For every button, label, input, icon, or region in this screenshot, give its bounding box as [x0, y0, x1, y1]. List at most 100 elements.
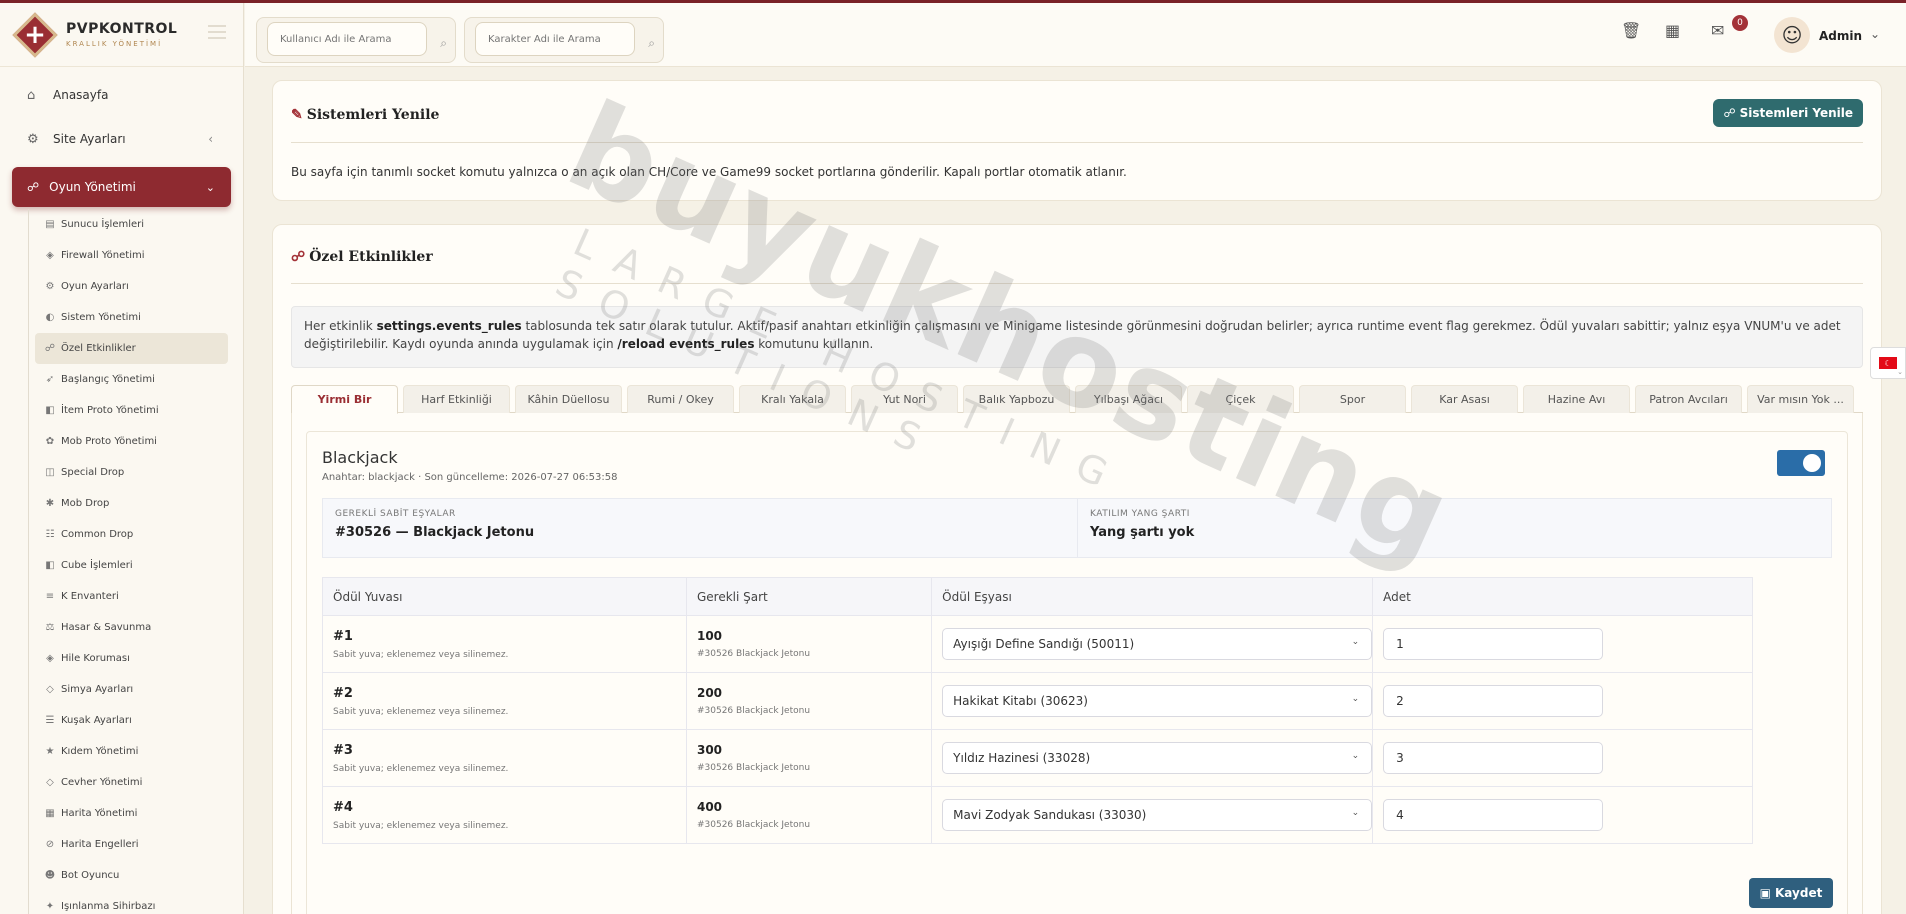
chevron-down-icon[interactable]: ⌄ [1870, 27, 1880, 41]
avatar[interactable]: ☺ [1774, 17, 1810, 53]
search-icon[interactable]: ⌕ [440, 36, 447, 51]
sidebar-subitem-special-drop[interactable]: ◫ Special Drop [29, 457, 228, 488]
cube-icon: ◧ [45, 560, 55, 571]
reward-item-select[interactable]: Yıldız Hazinesi (33028) ⌄ [942, 742, 1373, 774]
sidebar-subitem-ozel-etkinlikler[interactable]: ☍ Özel Etkinlikler [35, 333, 228, 364]
sidebar-subitem-hile[interactable]: ◈ Hile Koruması [29, 643, 228, 674]
sidebar-subitem-mob-proto[interactable]: ✿ Mob Proto Yönetimi [29, 426, 228, 457]
search-icon[interactable]: ⌕ [648, 36, 655, 51]
sidebar-item-oyun-yonetimi[interactable]: ☍ Oyun Yönetimi ⌄ [12, 167, 231, 207]
sidebar-subitem-cube[interactable]: ◧ Cube İşlemleri [29, 550, 228, 581]
event-meta: Anahtar: blackjack · Son güncelleme: 202… [322, 472, 618, 483]
sliders-icon: ☰ [45, 715, 55, 726]
sidebar-toggle-icon[interactable] [208, 25, 226, 39]
character-search-input[interactable] [475, 22, 635, 56]
tab-var-misin-yok[interactable]: Var mısın Yok ... [1747, 385, 1854, 413]
language-selector[interactable]: ☾ ⌄ [1870, 347, 1906, 379]
tab-yut-nori[interactable]: Yut Nori [851, 385, 958, 413]
required-item-note: #30526 Blackjack Jetonu [696, 820, 811, 830]
event-enabled-toggle[interactable] [1777, 450, 1825, 476]
brand-subtitle: KRALLIK YÖNETİMİ [66, 40, 163, 48]
sidebar-subitem-simya[interactable]: ◇ Simya Ayarları [29, 674, 228, 705]
sidebar-subitem-isinlanma[interactable]: ✦ Işınlanma Sihirbazı [29, 891, 228, 914]
sidebar-item-site-ayarlari[interactable]: ⚙ Site Ayarları ‹ [0, 117, 243, 161]
wand-icon: ✦ [45, 901, 55, 912]
sidebar-item-anasayfa[interactable]: ⌂ Anasayfa [0, 73, 243, 117]
yang-requirement-label: KATILIM YANG ŞARTI [1090, 509, 1190, 519]
user-name[interactable]: Admin [1819, 29, 1862, 43]
sidebar-subitem-bot[interactable]: ☻ Bot Oyuncu [29, 860, 228, 891]
tab-krali-yakala[interactable]: Kralı Yakala [739, 385, 846, 413]
refresh-systems-button[interactable]: ☍ Sistemleri Yenile [1713, 99, 1863, 127]
shield-icon: ◈ [46, 250, 54, 261]
scale-icon: ⚖ [45, 622, 55, 633]
sidebar-subitem-hasar[interactable]: ⚖ Hasar & Savunma [29, 612, 228, 643]
sidebar-item-label: Oyun Yönetimi [49, 180, 136, 194]
tab-balik-yapbozu[interactable]: Balık Yapbozu [963, 385, 1070, 413]
reward-quantity-input[interactable] [1383, 799, 1604, 831]
tab-hazine-avi[interactable]: Hazine Avı [1523, 385, 1630, 413]
gem-icon: ◇ [46, 684, 54, 695]
tab-kar-asasi[interactable]: Kar Asası [1411, 385, 1518, 413]
sidebar: + PVPKONTROL KRALLIK YÖNETİMİ ⌂ Anasayfa… [0, 3, 244, 914]
slot-note: Sabit yuva; eklenemez veya silinemez. [333, 820, 509, 831]
list-icon: ≡ [45, 591, 55, 602]
systems-card: ✎ Sistemleri Yenile ☍ Sistemleri Yenile Bu… [272, 80, 1882, 201]
sidebar-subitem-kusak[interactable]: ☰ Kuşak Ayarları [29, 705, 228, 736]
reward-slot: #4 [333, 799, 353, 815]
sidebar-subitem-k-envanteri[interactable]: ≡ K Envanteri [29, 581, 228, 612]
tab-yilbasi-agaci[interactable]: Yılbaşı Ağacı [1075, 385, 1182, 413]
sidebar-subitem-mob-drop[interactable]: ✱ Mob Drop [29, 488, 228, 519]
gamepad-icon: ☍ [291, 249, 306, 265]
table-row: #2 Sabit yuva; eklenemez veya silinemez. … [322, 672, 1753, 730]
cogs-icon: ⚙ [45, 281, 55, 292]
tab-patron-avcilari[interactable]: Patron Avcıları [1635, 385, 1742, 413]
star-icon: ★ [45, 746, 55, 757]
required-item-note: #30526 Blackjack Jetonu [696, 649, 811, 659]
tab-yirmi-bir[interactable]: Yirmi Bir [291, 385, 398, 414]
reward-item-select[interactable]: Ayışığı Define Sandığı (50011) ⌄ [942, 628, 1373, 660]
grid-icon: ☷ [45, 529, 55, 540]
tab-kahin-duellosu[interactable]: Kâhin Düellosu [515, 385, 622, 413]
sidebar-subitem-common-drop[interactable]: ☷ Common Drop [29, 519, 228, 550]
brand-logo-icon: + [10, 10, 60, 60]
mail-icon[interactable]: ✉ [1711, 21, 1724, 40]
reward-item-select[interactable]: Mavi Zodyak Sandukası (33030) ⌄ [942, 799, 1373, 831]
reward-quantity-input[interactable] [1383, 742, 1604, 774]
sidebar-submenu: ▤ Sunucu İşlemleri ◈ Firewall Yönetimi ⚙ Oy… [28, 209, 228, 914]
sidebar-subitem-sistem[interactable]: ◐ Sistem Yönetimi [29, 302, 228, 333]
sidebar-subitem-harita[interactable]: ▦ Harita Yönetimi [29, 798, 228, 829]
sidebar-subitem-baslangic[interactable]: ➶ Başlangıç Yönetimi [29, 364, 228, 395]
reward-quantity-input[interactable] [1383, 685, 1604, 717]
tab-harf-etkinligi[interactable]: Harf Etkinliği [403, 385, 510, 413]
reward-quantity-input[interactable] [1383, 628, 1604, 660]
gear-icon: ⚙ [27, 131, 39, 147]
requirements-box: GEREKLİ SABİT EŞYALAR #30526 — Blackjack… [322, 498, 1832, 558]
reward-slot: #1 [333, 628, 353, 644]
box-icon: ◫ [45, 467, 55, 478]
user-search-input[interactable] [267, 22, 427, 56]
sidebar-subitem-item-proto[interactable]: ◧ İtem Proto Yönetimi [29, 395, 228, 426]
reward-item-select[interactable]: Hakikat Kitabı (30623) ⌄ [942, 685, 1373, 717]
sidebar-subitem-cevher[interactable]: ◇ Cevher Yönetimi [29, 767, 228, 798]
trash-icon[interactable]: 🗑 [1621, 21, 1641, 40]
event-detail: Blackjack Anahtar: blackjack · Son günce… [306, 431, 1848, 914]
sidebar-subitem-kidem[interactable]: ★ Kıdem Yönetimi [29, 736, 228, 767]
tab-cicek[interactable]: Çiçek [1187, 385, 1294, 413]
sidebar-subitem-firewall[interactable]: ◈ Firewall Yönetimi [29, 240, 228, 271]
tab-rumi-okey[interactable]: Rumi / Okey [627, 385, 734, 413]
calendar-icon[interactable]: ▦ [1665, 21, 1680, 40]
sidebar-subitem-harita-engelleri[interactable]: ⊘ Harita Engelleri [29, 829, 228, 860]
tab-spor[interactable]: Spor [1299, 385, 1406, 413]
required-amount: 300 [696, 743, 723, 757]
card-title: ☍ Özel Etkinlikler [291, 249, 433, 265]
table-row: #1 Sabit yuva; eklenemez veya silinemez. … [322, 615, 1753, 673]
save-button[interactable]: ▣ Kaydet [1749, 878, 1833, 908]
sidebar-subitem-oyun-ayarlari[interactable]: ⚙ Oyun Ayarları [29, 271, 228, 302]
map-icon: ▦ [45, 808, 55, 819]
brand[interactable]: + PVPKONTROL KRALLIK YÖNETİMİ [0, 3, 243, 67]
paw-icon: ✿ [45, 436, 55, 447]
column-header: Ödül Yuvası [322, 577, 687, 616]
sidebar-subitem-sunucu[interactable]: ▤ Sunucu İşlemleri [29, 209, 228, 240]
brand-name: PVPKONTROL [66, 21, 178, 37]
